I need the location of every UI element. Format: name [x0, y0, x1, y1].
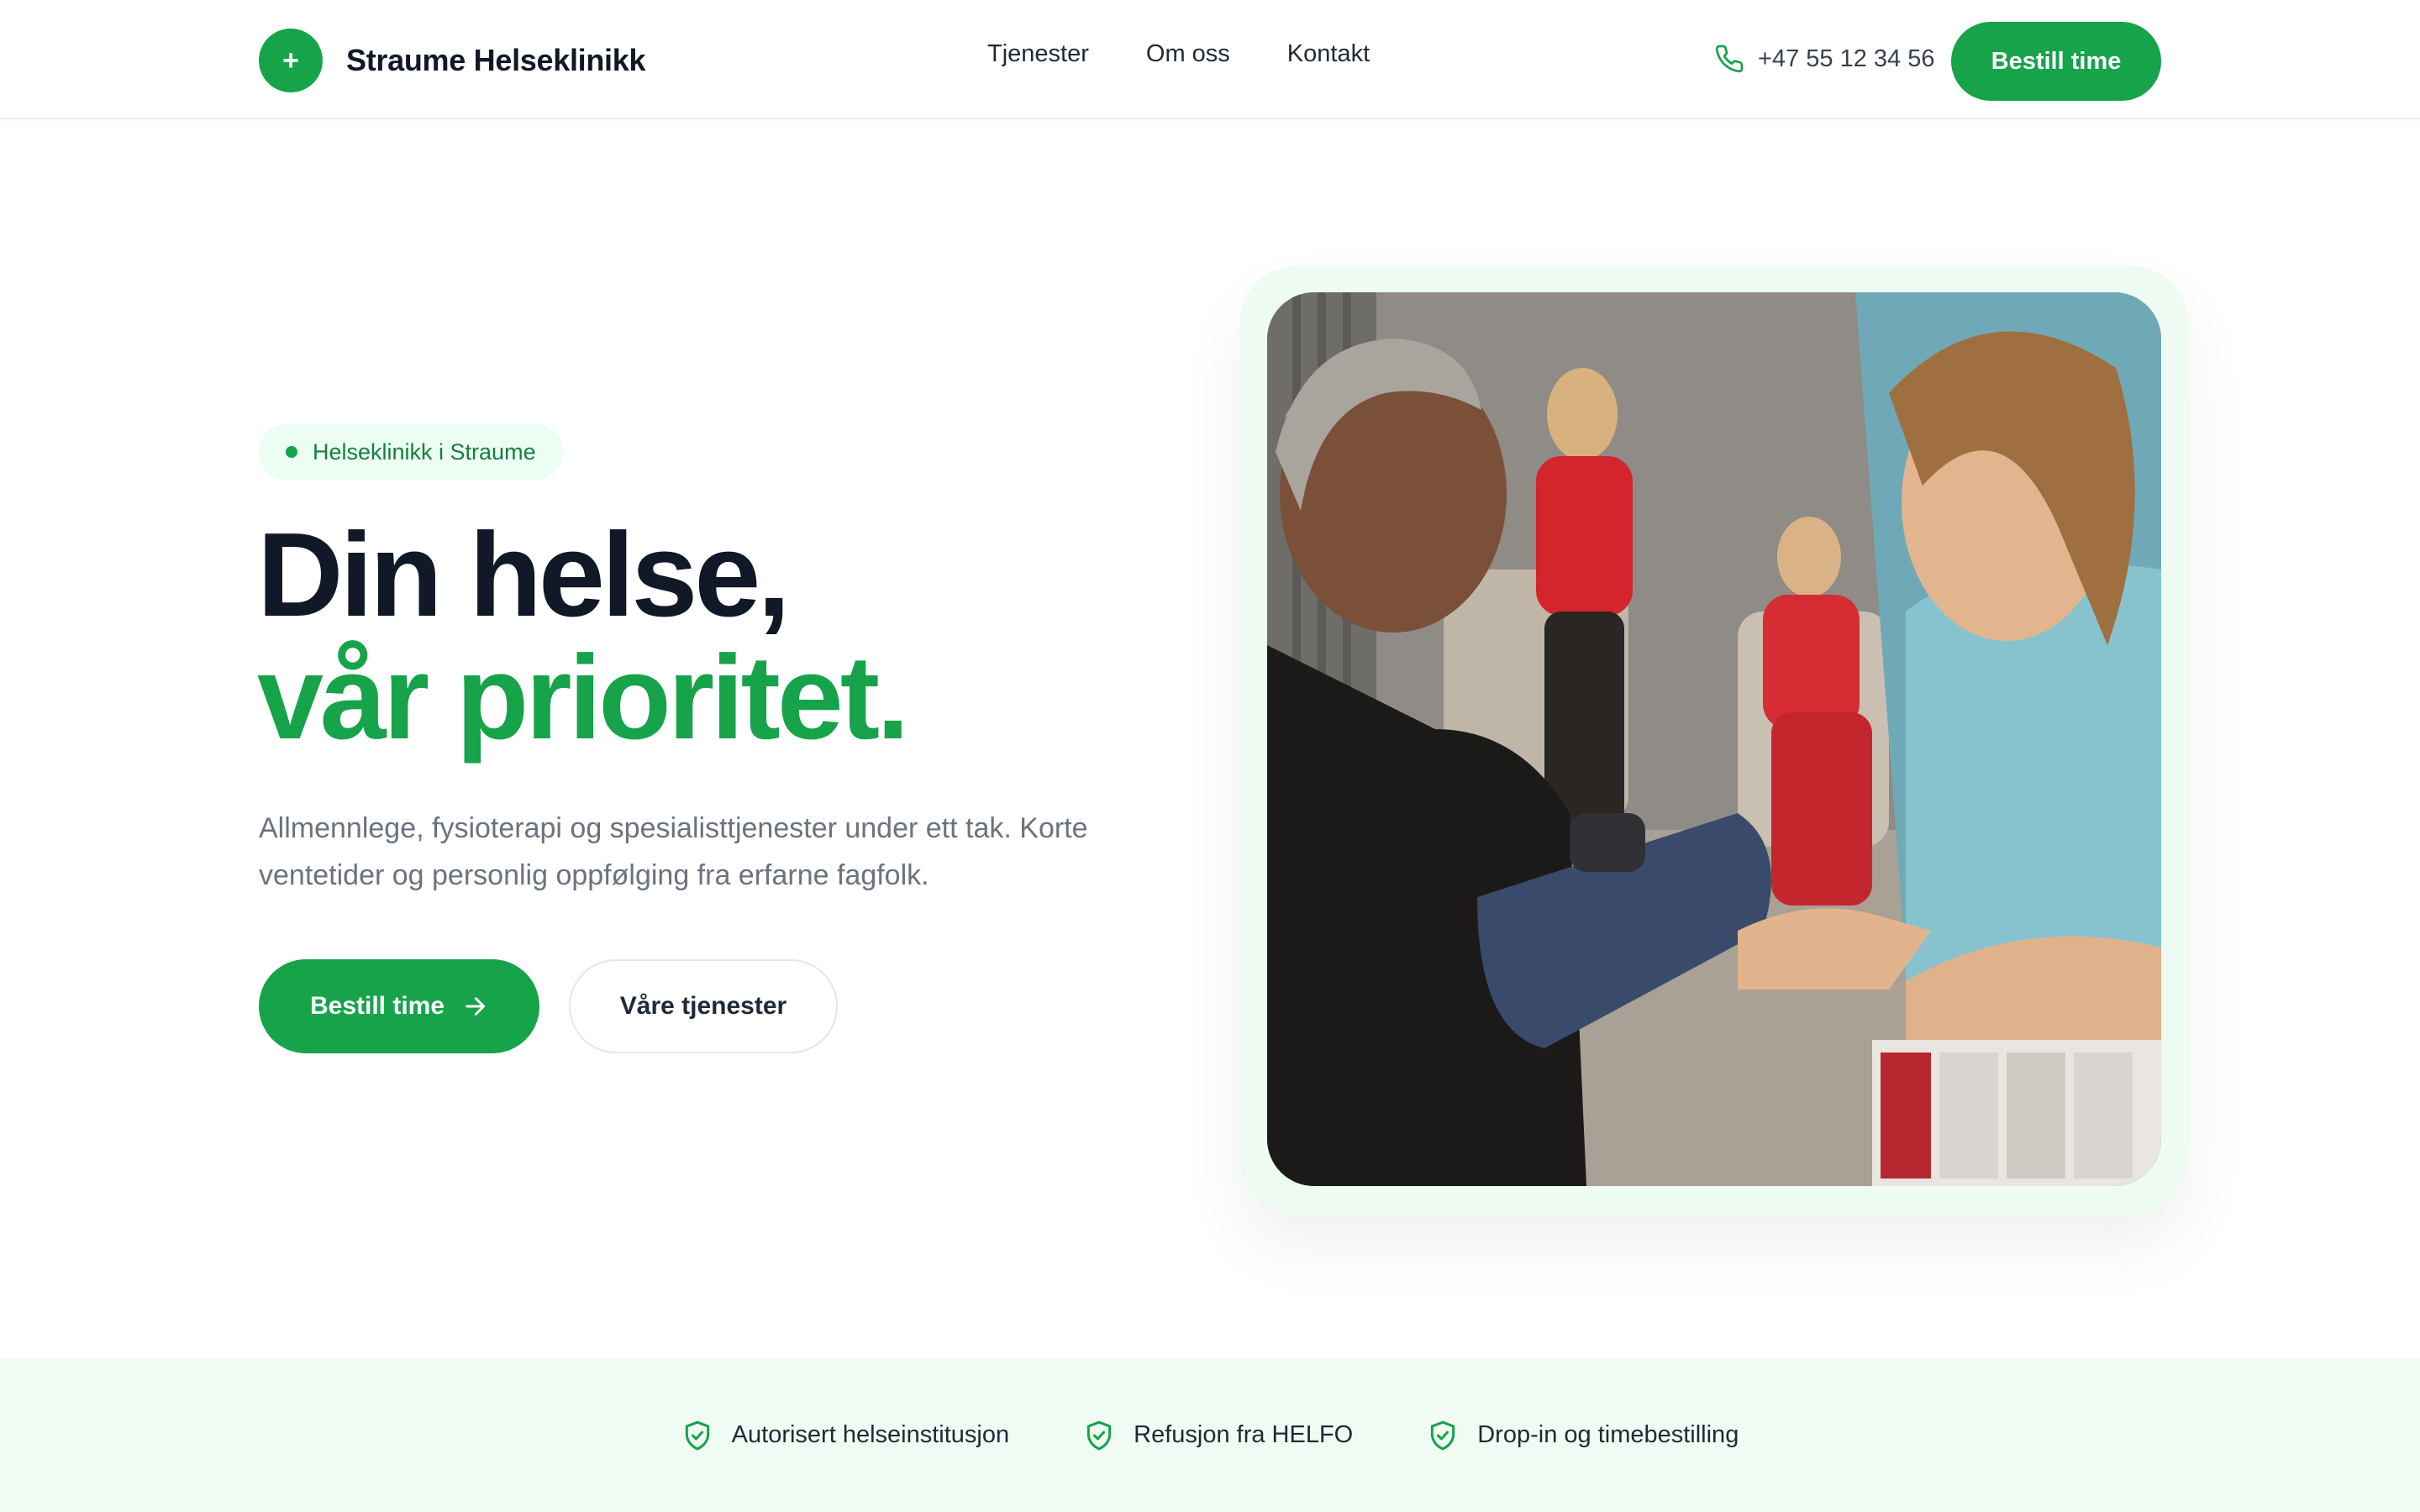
- hero-description: Allmennlege, fysioterapi og spesialisttj…: [259, 812, 1088, 891]
- location-badge: Helseklinikk i Straume: [259, 424, 563, 480]
- shield-check-icon: [685, 1420, 709, 1450]
- trust-item-authorized: Autorisert helseinstitusjon: [681, 1420, 1009, 1452]
- hero-title-line2: vår prioritet.: [257, 631, 910, 764]
- nav-link-tjenester[interactable]: Tjenester: [987, 40, 1089, 68]
- phone-icon: [1715, 45, 1744, 73]
- shield-check-icon: [1086, 1420, 1112, 1450]
- trust-bar: Autorisert helseinstitusjon Refusjon fra…: [0, 1358, 2420, 1512]
- site-header: + Straume Helseklinikk Tjenester Om oss …: [0, 0, 2420, 119]
- trust-label: Autorisert helseinstitusjon: [731, 1421, 1010, 1448]
- hero-book-label: Bestill time: [309, 992, 445, 1020]
- header-book-button[interactable]: Bestill time: [1951, 22, 2161, 101]
- brand[interactable]: + Straume Helseklinikk: [259, 29, 645, 92]
- arrow-right-icon: [466, 997, 486, 1016]
- brand-name: Straume Helseklinikk: [346, 43, 646, 77]
- trust-item-helfo: Refusjon fra HELFO: [1083, 1420, 1353, 1452]
- badge-label: Helseklinikk i Straume: [313, 438, 536, 465]
- photo-illustration: [1267, 292, 2161, 1186]
- logo-plus-icon: +: [259, 29, 323, 92]
- phone-link[interactable]: +47 55 12 34 56: [1714, 44, 1934, 74]
- trust-item-drop-in: Drop-in og timebestilling: [1427, 1420, 1739, 1452]
- trust-label: Refusjon fra HELFO: [1134, 1421, 1354, 1448]
- shield-check-icon: [1431, 1420, 1455, 1450]
- services-button[interactable]: Våre tjenester: [569, 959, 838, 1053]
- hero-book-button[interactable]: Bestill time: [259, 959, 539, 1053]
- hero-photo-blood-pressure: [1267, 292, 2161, 1186]
- phone-number: +47 55 12 34 56: [1758, 45, 1935, 72]
- nav-link-kontakt[interactable]: Kontakt: [1287, 40, 1370, 68]
- nav-link-om-oss[interactable]: Om oss: [1146, 40, 1230, 68]
- main-nav: Tjenester Om oss Kontakt: [987, 40, 1370, 68]
- trust-label: Drop-in og timebestilling: [1477, 1421, 1739, 1448]
- hero-title-line1: Din helse,: [257, 508, 791, 642]
- badge-dot: [286, 446, 297, 458]
- hero-title: Din helse, vår prioritet.: [257, 508, 910, 764]
